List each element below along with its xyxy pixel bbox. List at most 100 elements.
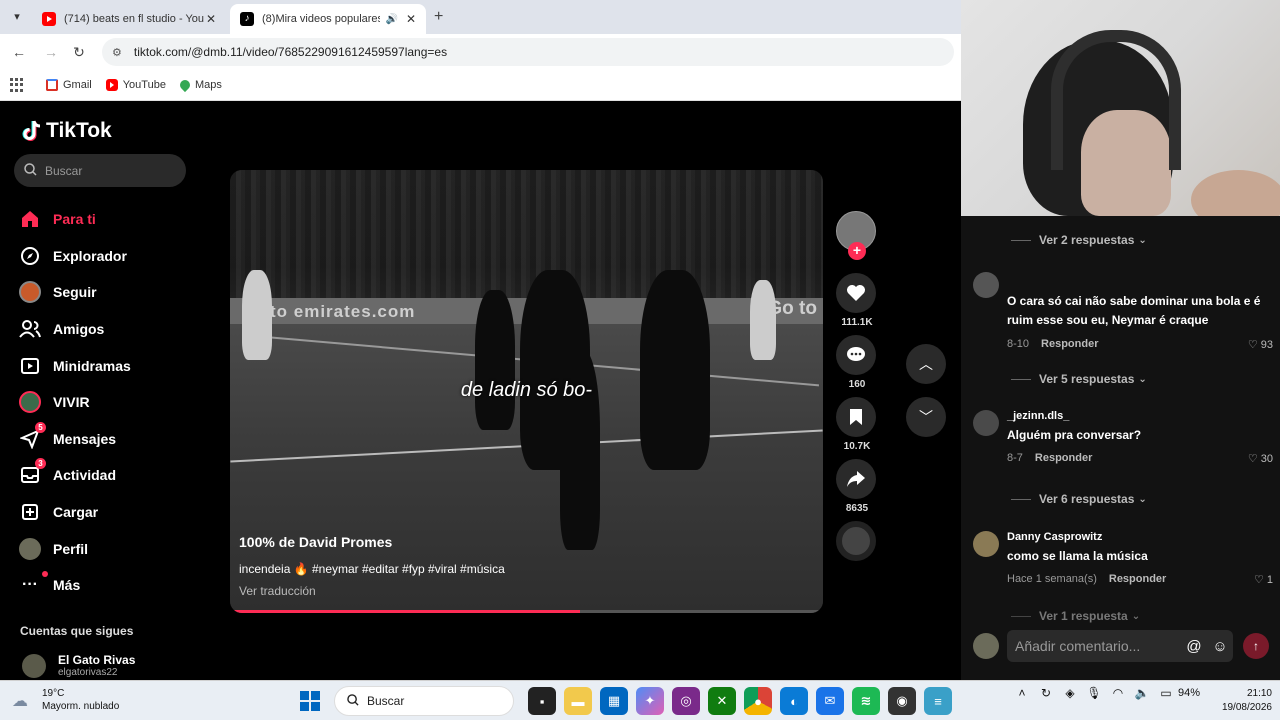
video-progress-bar[interactable] (230, 610, 823, 613)
close-tab-icon[interactable]: ✕ (404, 12, 418, 26)
upload-icon (18, 500, 42, 524)
reply-button[interactable]: Responder (1041, 338, 1098, 350)
comment-button[interactable] (836, 335, 876, 375)
reply-button[interactable]: Responder (1109, 573, 1166, 585)
sidebar-item-mas[interactable]: ··· Más (18, 567, 198, 604)
bookmark-maps[interactable]: Maps (177, 77, 222, 93)
view-replies-button[interactable]: Ver 6 respuestas ⌄ (1011, 492, 1147, 506)
weather-desc: Mayorm. nublado (42, 701, 120, 712)
webcam-person-hand (1191, 170, 1280, 216)
comment-like-button[interactable]: ♡ 93 (1248, 338, 1273, 351)
follow-plus-icon[interactable]: + (848, 242, 866, 260)
battery-icon[interactable]: ▭ (1154, 686, 1178, 700)
windows-start-icon[interactable] (300, 691, 320, 711)
xbox-icon[interactable]: ✕ (708, 687, 736, 715)
taskbar-search[interactable]: Buscar (334, 686, 514, 716)
sidebar-item-seguir[interactable]: Seguir (18, 274, 198, 311)
tab-tiktok[interactable]: ♪ (8)Mira videos populares se 🔊 ✕ (230, 4, 426, 34)
task-view-icon[interactable]: ▪ (528, 687, 556, 715)
sidebar-item-amigos[interactable]: Amigos (18, 311, 198, 348)
live-avatar-icon (18, 390, 42, 414)
comment-like-button[interactable]: ♡ 30 (1248, 452, 1273, 465)
copilot-icon[interactable]: ✦ (636, 687, 664, 715)
site-info-icon[interactable]: ⚙ (112, 46, 122, 59)
url-field[interactable]: ⚙ tiktok.com/@dmb.11/video/7685229091612… (102, 38, 954, 66)
file-explorer-icon[interactable]: ▬ (564, 687, 592, 715)
app-icon[interactable]: ◎ (672, 687, 700, 715)
back-icon[interactable]: ← (10, 43, 28, 61)
sidebar-item-perfil[interactable]: Perfil (18, 530, 198, 567)
chevron-up-icon[interactable]: ˄ (1010, 686, 1034, 700)
bookmark-gmail[interactable]: Gmail (46, 79, 92, 91)
reply-button[interactable]: Responder (1035, 452, 1092, 464)
following-avatar-icon (18, 280, 42, 304)
sidebar-item-mensajes[interactable]: 5 Mensajes (18, 421, 198, 458)
previous-video-button[interactable]: ︿ (906, 344, 946, 384)
mention-icon[interactable]: @ (1181, 638, 1207, 655)
apps-grid-icon[interactable] (10, 78, 24, 92)
video-player[interactable]: to emirates.com Go to de ladin só bo- 10… (230, 170, 823, 613)
friends-icon (18, 317, 42, 341)
comment-like-count: 30 (1260, 453, 1273, 465)
video-player-figure (242, 270, 272, 360)
network-app-icon[interactable]: ◈ (1058, 686, 1082, 700)
outlook-icon[interactable]: ✉ (816, 687, 844, 715)
emoji-icon[interactable]: ☺ (1207, 638, 1233, 655)
close-tab-icon[interactable]: ✕ (204, 12, 218, 26)
comment-user[interactable]: Danny Casprowitz (1007, 531, 1102, 543)
microsoft-store-icon[interactable]: ▦ (600, 687, 628, 715)
clock[interactable]: 21:10 19/08/2026 (1220, 687, 1272, 715)
view-replies-button[interactable]: Ver 2 respuestas ⌄ (1011, 233, 1147, 247)
share-button[interactable] (836, 459, 876, 499)
translate-link[interactable]: Ver traducción (239, 584, 316, 598)
taskbar-apps: Buscar ▪ ▬ ▦ ✦ ◎ ✕ ● ◐ ✉ ≋ ◉ ≡ (300, 686, 956, 716)
speaker-icon[interactable]: 🔊 (386, 14, 398, 25)
video-caption[interactable]: incendeia 🔥 #neymar #editar #fyp #viral … (239, 562, 505, 576)
avatar[interactable] (973, 272, 999, 298)
comment-input[interactable]: Añadir comentario... @ ☺ (1007, 630, 1233, 662)
sidebar-item-minidramas[interactable]: Minidramas (18, 347, 198, 384)
comment-date: 8-7 (1007, 452, 1023, 464)
share-count: 8635 (845, 503, 869, 514)
video-author[interactable]: 100% de David Promes (239, 534, 392, 550)
post-comment-button[interactable]: ↑ (1243, 633, 1269, 659)
sidebar-item-explorador[interactable]: Explorador (18, 238, 198, 275)
new-tab-icon[interactable]: + (434, 8, 443, 26)
microphone-icon[interactable]: 🎙 (1082, 686, 1106, 700)
chrome-icon[interactable]: ● (744, 687, 772, 715)
view-replies-button[interactable]: Ver 5 respuestas ⌄ (1011, 372, 1147, 386)
volume-icon[interactable]: 🔈 (1130, 686, 1154, 700)
sidebar-item-para-ti[interactable]: Para ti (18, 201, 198, 238)
comment-user[interactable]: _jezinn.dls_ (1007, 410, 1069, 422)
tiktok-logo[interactable]: TikTok (20, 119, 112, 143)
weather-widget[interactable]: ☁ 19°C Mayorm. nublado (12, 687, 119, 713)
tab-search-chevron-icon[interactable]: ▾ (8, 8, 26, 26)
spotify-icon[interactable]: ≋ (852, 687, 880, 715)
edge-icon[interactable]: ◐ (780, 687, 808, 715)
view-replies-button[interactable]: Ver 1 respuesta ⌄ (1011, 609, 1140, 623)
notepad-icon[interactable]: ≡ (924, 687, 952, 715)
chevron-down-icon: ⌄ (1138, 234, 1147, 246)
comment-like-button[interactable]: ♡ 1 (1254, 573, 1273, 586)
refresh-icon[interactable]: ↻ (1034, 686, 1058, 700)
sidebar-item-vivir[interactable]: VIVIR (18, 384, 198, 421)
comment-meta: Hace 1 semana(s) Responder (1007, 573, 1166, 585)
avatar[interactable] (973, 410, 999, 436)
creator-avatar[interactable]: + (836, 211, 876, 260)
tiktok-search-input[interactable]: Buscar (14, 154, 186, 187)
avatar[interactable] (973, 531, 999, 557)
forward-icon[interactable]: → (42, 43, 60, 61)
bookmark-youtube[interactable]: YouTube (105, 79, 166, 91)
music-disc-icon[interactable] (836, 521, 876, 561)
chevron-down-icon: ⌄ (1138, 493, 1147, 505)
game-app-icon[interactable]: ◉ (888, 687, 916, 715)
sidebar-item-cargar[interactable]: Cargar (18, 494, 198, 531)
tab-youtube[interactable]: (714) beats en fl studio - YouTub ✕ (32, 4, 226, 34)
save-button[interactable] (836, 397, 876, 437)
reload-icon[interactable]: ↻ (70, 43, 88, 61)
next-video-button[interactable]: ﹀ (906, 397, 946, 437)
following-account[interactable]: El Gato Rivas elgatorivas22 (22, 653, 135, 678)
sidebar-item-actividad[interactable]: 3 Actividad (18, 457, 198, 494)
wifi-icon[interactable]: ◠ (1106, 686, 1130, 700)
like-button[interactable] (836, 273, 876, 313)
